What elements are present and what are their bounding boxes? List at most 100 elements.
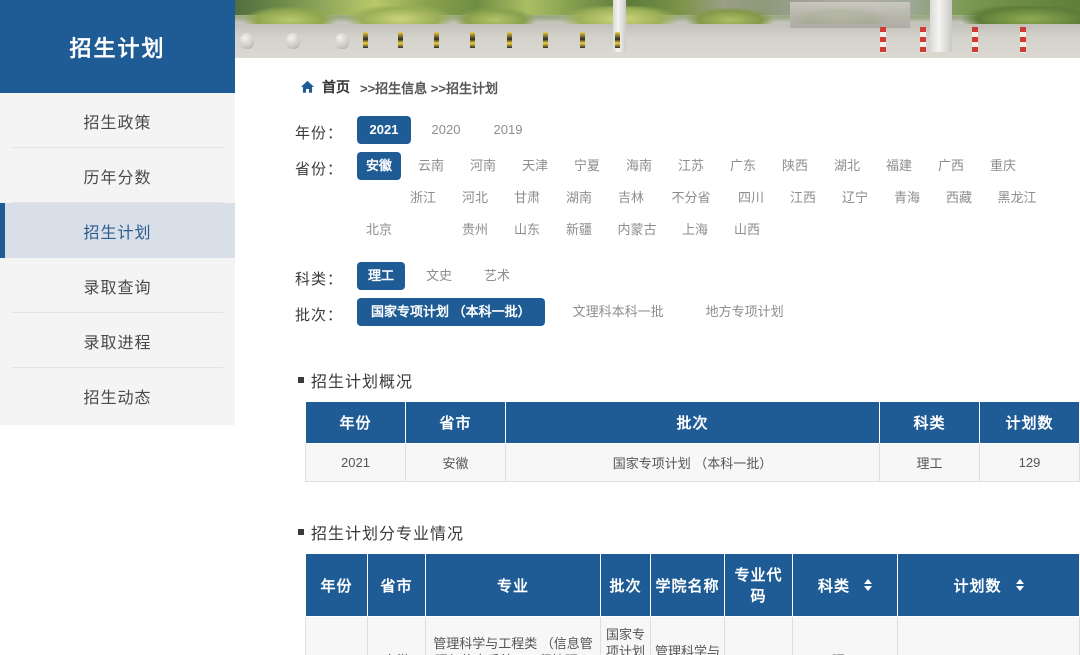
filter-options-category: 理工 文史 艺术: [357, 262, 1080, 290]
province-option-hubei[interactable]: 湖北: [825, 152, 869, 180]
category-option-ligong[interactable]: 理工: [357, 262, 405, 290]
sidebar-item-zhaoshengdongtai[interactable]: 招生动态: [0, 368, 235, 423]
filter-row-year: 年份： 2021 2020 2019: [295, 116, 1080, 144]
banner-bollard: [434, 32, 439, 48]
sidebar: 招生计划 招生政策 历年分数 招生计划 录取查询 录取进程 招生动态: [0, 0, 235, 425]
sidebar-item-luqujincheng[interactable]: 录取进程: [0, 313, 235, 368]
sidebar-item-label: 招生动态: [83, 389, 152, 407]
banner-barrier-post: [1020, 27, 1026, 53]
province-option-gansu[interactable]: 甘肃: [505, 184, 549, 212]
banner-bollard: [363, 32, 368, 48]
province-option-bufensheng[interactable]: 不分省: [661, 184, 721, 212]
cell-batch: 国家专项计划（本科一批）: [600, 616, 651, 655]
province-option-ningxia[interactable]: 宁夏: [565, 152, 609, 180]
province-option-xizang[interactable]: 西藏: [937, 184, 981, 212]
col-header-year: 年份: [305, 401, 406, 444]
breadcrumb-trail: >>招生信息 >>招生计划: [360, 80, 498, 96]
province-option-jilin[interactable]: 吉林: [609, 184, 653, 212]
province-option-shandong[interactable]: 山东: [505, 216, 549, 244]
banner-bollard: [398, 32, 403, 48]
sidebar-item-label: 招生计划: [83, 224, 152, 242]
section-title-overview: 招生计划概况: [298, 368, 413, 392]
sidebar-item-label: 录取进程: [83, 334, 152, 352]
sort-toggle-category-icon[interactable]: [864, 579, 872, 591]
province-option-henan[interactable]: 河南: [461, 152, 505, 180]
province-option-guizhou[interactable]: 贵州: [453, 216, 497, 244]
filter-label-batch: 批次：: [295, 307, 344, 324]
sidebar-item-label: 录取查询: [83, 279, 152, 297]
province-option-shanghai[interactable]: 上海: [673, 216, 717, 244]
banner-bollard: [615, 32, 620, 48]
province-option-jiangxi[interactable]: 江西: [781, 184, 825, 212]
province-option-qinghai[interactable]: 青海: [885, 184, 929, 212]
category-option-yishu[interactable]: 艺术: [473, 262, 521, 290]
filter-options-batch: 国家专项计划 （本科一批） 文理科本科一批 地方专项计划: [357, 298, 1080, 326]
sidebar-item-zhaoshengjihua[interactable]: 招生计划: [0, 203, 235, 258]
col-header-category-text: 科类: [817, 577, 850, 595]
province-option-hunan[interactable]: 湖南: [557, 184, 601, 212]
sort-toggle-quota-icon[interactable]: [1015, 579, 1024, 591]
banner-sphere: [335, 33, 349, 49]
cell-province: 安徽: [405, 443, 506, 482]
banner-bollard: [580, 32, 585, 48]
banner-sphere: [240, 33, 254, 49]
province-option-guangdong[interactable]: 广东: [721, 152, 765, 180]
col-header-quota-text: 计划数: [953, 577, 1002, 595]
filter-label-province: 省份：: [295, 161, 344, 178]
province-option-anhui[interactable]: 安徽: [357, 152, 401, 180]
col-header-college: 学院名称: [650, 553, 725, 617]
by-major-table: 年份 省市 专业 批次 学院名称 专业代码 科类 计划数 管理科学与工程类 （信…: [305, 553, 1080, 655]
province-option-heilongjiang[interactable]: 黑龙江: [989, 184, 1045, 212]
province-option-hainan[interactable]: 海南: [617, 152, 661, 180]
province-option-neimenggu[interactable]: 内蒙古: [609, 216, 665, 244]
sidebar-item-label: 招生政策: [83, 114, 152, 132]
province-option-zhejiang[interactable]: 浙江: [401, 184, 445, 212]
province-option-jiangsu[interactable]: 江苏: [669, 152, 713, 180]
batch-option-guojia-zhuanxiang[interactable]: 国家专项计划 （本科一批）: [357, 298, 545, 326]
table-row: 2021 安徽 管理科学与工程类 （信息管理与信息系统、工程管理、工程造价） 国…: [305, 616, 1080, 655]
campus-banner-image: [230, 0, 1080, 58]
sidebar-item-luquchaxun[interactable]: 录取查询: [0, 258, 235, 313]
sidebar-item-label: 历年分数: [83, 169, 152, 187]
bullet-square-icon: [298, 377, 304, 383]
batch-option-wenli-benke-yipi[interactable]: 文理科本科一批: [559, 298, 678, 326]
table-header-row: 年份 省市 批次 科类 计划数: [305, 401, 1080, 444]
filter-row-category: 科类： 理工 文史 艺术: [295, 262, 1080, 290]
col-header-category: 科类: [879, 401, 980, 444]
col-header-quota[interactable]: 计划数: [897, 553, 1080, 617]
province-option-liaoning[interactable]: 辽宁: [833, 184, 877, 212]
province-option-hebei[interactable]: 河北: [453, 184, 497, 212]
col-header-category[interactable]: 科类: [792, 553, 898, 617]
province-option-guangxi[interactable]: 广西: [929, 152, 973, 180]
province-option-chongqing[interactable]: 重庆: [981, 152, 1025, 180]
filter-label-category: 科类：: [295, 271, 344, 288]
province-option-sichuan[interactable]: 四川: [729, 184, 773, 212]
province-option-shanxi[interactable]: 山西: [725, 216, 769, 244]
filter-label-year: 年份：: [295, 125, 344, 142]
filter-row-batch: 批次： 国家专项计划 （本科一批） 文理科本科一批 地方专项计划: [295, 298, 1080, 326]
breadcrumb-home-link[interactable]: 首页: [322, 77, 350, 97]
sidebar-item-linianfenshu[interactable]: 历年分数: [0, 148, 235, 203]
year-option-2019[interactable]: 2019: [481, 116, 535, 144]
province-option-beijing[interactable]: 北京: [357, 216, 401, 244]
batch-option-difang-zhuanxiang[interactable]: 地方专项计划: [692, 298, 798, 326]
province-option-yunnan[interactable]: 云南: [409, 152, 453, 180]
col-header-major: 专业: [425, 553, 601, 617]
province-option-shaanxi[interactable]: 陕西: [773, 152, 817, 180]
sidebar-item-zhaoshengzhengce[interactable]: 招生政策: [0, 93, 235, 148]
province-option-xinjiang[interactable]: 新疆: [557, 216, 601, 244]
year-option-2020[interactable]: 2020: [419, 116, 473, 144]
province-option-tianjin[interactable]: 天津: [513, 152, 557, 180]
col-header-year: 年份: [305, 553, 368, 617]
cell-major-code: 1201: [724, 616, 793, 655]
cell-quota: 129: [979, 443, 1080, 482]
cell-college: 管理科学与工程学院: [650, 616, 725, 655]
table-header-row: 年份 省市 专业 批次 学院名称 专业代码 科类 计划数: [305, 553, 1080, 617]
col-header-province: 省市: [405, 401, 506, 444]
banner-bollard: [543, 32, 548, 48]
col-header-quota: 计划数: [979, 401, 1080, 444]
year-option-2021[interactable]: 2021: [357, 116, 411, 144]
province-option-fujian[interactable]: 福建: [877, 152, 921, 180]
category-option-wenshi[interactable]: 文史: [415, 262, 463, 290]
banner-pole: [930, 0, 952, 52]
